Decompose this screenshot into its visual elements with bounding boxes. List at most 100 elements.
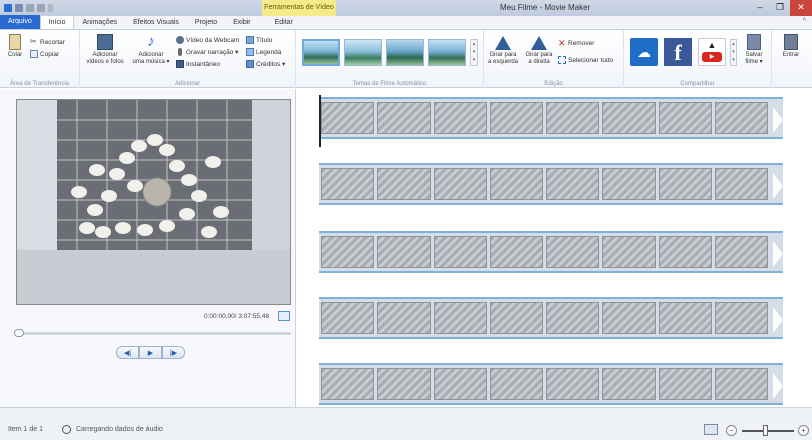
storyboard-strip[interactable] [319, 363, 783, 405]
tab-arquivo[interactable]: Arquivo [0, 15, 40, 29]
video-frame-thumbnail[interactable] [658, 302, 712, 334]
remove-button[interactable]: ✕ Remover [558, 39, 594, 48]
video-frame-thumbnail[interactable] [433, 302, 487, 334]
video-frame-thumbnail[interactable] [433, 368, 487, 400]
video-frame-thumbnail[interactable] [377, 102, 431, 134]
video-frame-thumbnail[interactable] [489, 168, 543, 200]
video-frame-thumbnail[interactable] [546, 302, 600, 334]
save-icon[interactable] [15, 4, 23, 12]
caption-button[interactable]: Legenda [246, 48, 281, 56]
video-frame-thumbnail[interactable] [714, 102, 768, 134]
video-frame-thumbnail[interactable] [321, 168, 375, 200]
storyboard-strip[interactable] [319, 231, 783, 273]
storyboard-strip[interactable] [319, 97, 783, 139]
video-frame-thumbnail[interactable] [489, 102, 543, 134]
video-frame-thumbnail[interactable] [546, 168, 600, 200]
video-frame-thumbnail[interactable] [602, 302, 656, 334]
theme-thumbnail-2[interactable] [344, 39, 382, 66]
video-frame-thumbnail[interactable] [546, 368, 600, 400]
minimize-ribbon-button[interactable]: ^ [803, 18, 806, 25]
video-frame-thumbnail[interactable] [602, 236, 656, 268]
video-frame-thumbnail[interactable] [602, 368, 656, 400]
youtube-icon[interactable]: ▲ ▶ [698, 38, 726, 66]
video-frame-thumbnail[interactable] [377, 368, 431, 400]
video-frame-thumbnail[interactable] [489, 368, 543, 400]
undo-icon[interactable] [26, 4, 34, 12]
video-frame-thumbnail[interactable] [714, 236, 768, 268]
next-frame-button[interactable]: |▶ [162, 346, 185, 359]
zoom-slider-track[interactable] [742, 430, 794, 432]
app-icon[interactable] [4, 4, 12, 12]
select-all-button[interactable]: Selecionar tudo [558, 56, 613, 64]
maximize-button[interactable]: ❐ [770, 0, 790, 16]
record-narration-button[interactable]: Gravar narração ▾ [176, 48, 238, 56]
credits-button[interactable]: Créditos ▾ [246, 60, 285, 68]
playhead[interactable] [319, 95, 321, 147]
webcam-video-button[interactable]: Vídeo da Webcam [176, 36, 239, 44]
video-frame-thumbnail[interactable] [658, 236, 712, 268]
video-frame-thumbnail[interactable] [489, 302, 543, 334]
copy-button[interactable]: Copiar [30, 50, 59, 58]
video-frame-thumbnail[interactable] [602, 168, 656, 200]
video-frame-thumbnail[interactable] [714, 368, 768, 400]
video-frame-thumbnail[interactable] [433, 102, 487, 134]
video-frame-thumbnail[interactable] [377, 302, 431, 334]
facebook-icon[interactable]: f [664, 38, 692, 66]
video-frame-thumbnail[interactable] [377, 168, 431, 200]
video-frame-thumbnail[interactable] [546, 102, 600, 134]
theme-thumbnail-4[interactable] [428, 39, 466, 66]
tab-efeitos-visuais[interactable]: Efeitos Visuais [125, 16, 187, 29]
zoom-out-button[interactable]: − [726, 425, 737, 436]
video-preview[interactable] [16, 99, 291, 305]
tab-exibir[interactable]: Exibir [225, 16, 259, 29]
redo-icon[interactable] [37, 4, 45, 12]
tab-projeto[interactable]: Projeto [187, 16, 225, 29]
customize-qat-icon[interactable] [48, 4, 53, 12]
rotate-left-button[interactable]: Girar para a esquerda [486, 36, 520, 66]
fullscreen-icon[interactable] [278, 311, 290, 321]
onedrive-icon[interactable]: ☁ [630, 38, 658, 66]
previous-frame-button[interactable]: ◀| [116, 346, 139, 359]
close-button[interactable]: ✕ [790, 0, 812, 16]
seek-thumb[interactable] [14, 329, 24, 337]
video-frame-thumbnail[interactable] [489, 236, 543, 268]
video-frame-thumbnail[interactable] [377, 236, 431, 268]
minimize-button[interactable]: – [750, 0, 770, 16]
tab-inicio[interactable]: Início [39, 15, 75, 29]
save-movie-button[interactable]: Salvar filme ▾ [738, 34, 770, 66]
tab-editar[interactable]: Editar [267, 16, 301, 29]
zoom-in-button[interactable]: + [798, 425, 809, 436]
share-gallery-scroll[interactable]: ▴ ▾ ▾ [730, 39, 737, 66]
video-frame-thumbnail[interactable] [658, 368, 712, 400]
storyboard-view-icon[interactable] [704, 424, 718, 435]
storyboard-strip[interactable] [319, 163, 783, 205]
video-frame-thumbnail[interactable] [714, 168, 768, 200]
rotate-right-button[interactable]: Girar para a direita [522, 36, 556, 66]
zoom-slider-thumb[interactable] [763, 425, 768, 436]
play-button[interactable]: ▶ [139, 346, 162, 359]
video-frame-thumbnail[interactable] [321, 302, 375, 334]
video-frame-thumbnail[interactable] [321, 236, 375, 268]
storyboard-strip[interactable] [319, 297, 783, 339]
sign-in-button[interactable]: Entrar [775, 34, 807, 59]
video-frame-thumbnail[interactable] [433, 236, 487, 268]
snapshot-button[interactable]: Instantâneo [176, 60, 220, 68]
video-frame-thumbnail[interactable] [321, 102, 375, 134]
theme-thumbnail-default[interactable] [302, 39, 340, 66]
video-frame-thumbnail[interactable] [602, 102, 656, 134]
cut-button[interactable]: ✂ Recortar [30, 38, 65, 46]
video-frame-thumbnail[interactable] [658, 168, 712, 200]
theme-thumbnail-3[interactable] [386, 39, 424, 66]
add-music-button[interactable]: ♪ Adicionar uma música ▾ [128, 34, 174, 66]
tab-animacoes[interactable]: Animações [74, 16, 125, 29]
add-videos-photos-button[interactable]: Adicionar vídeos e fotos [82, 34, 128, 66]
video-frame-thumbnail[interactable] [433, 168, 487, 200]
video-frame-thumbnail[interactable] [658, 102, 712, 134]
video-frame-thumbnail[interactable] [321, 368, 375, 400]
title-button[interactable]: Título [246, 36, 272, 44]
video-frame-thumbnail[interactable] [546, 236, 600, 268]
seek-bar[interactable] [16, 332, 291, 335]
theme-gallery-scroll[interactable]: ▴ ▾ ▾ [470, 39, 478, 66]
video-frame-thumbnail[interactable] [714, 302, 768, 334]
paste-button[interactable]: Colar [4, 34, 26, 59]
